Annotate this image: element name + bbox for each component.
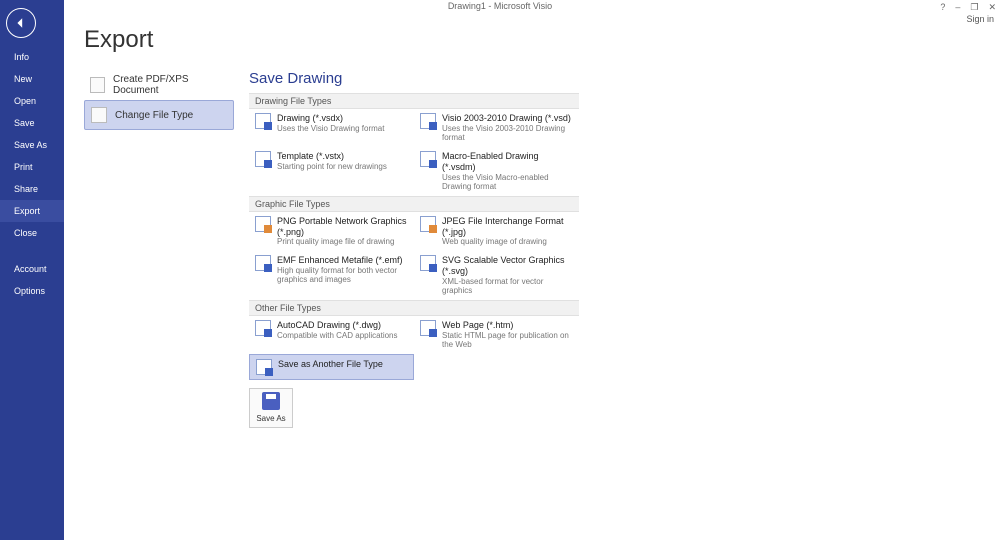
file-type-grid: PNG Portable Network Graphics (*.png)Pri…	[249, 212, 579, 300]
save-as-button-label: Save As	[256, 414, 285, 423]
titlebar: Drawing1 - Microsoft Visio	[0, 0, 1000, 12]
export-option-pdf[interactable]: Create PDF/XPS Document	[84, 70, 234, 100]
nav-item-new[interactable]: New	[0, 68, 64, 90]
file-type-grid: Drawing (*.vsdx)Uses the Visio Drawing f…	[249, 109, 579, 196]
nav-item-print[interactable]: Print	[0, 156, 64, 178]
file-type-icon	[420, 255, 436, 271]
file-type-desc: Uses the Visio 2003-2010 Drawing format	[442, 124, 573, 143]
nav-item-open[interactable]: Open	[0, 90, 64, 112]
file-type-icon	[420, 216, 436, 232]
file-type-desc: Uses the Visio Macro-enabled Drawing for…	[442, 173, 573, 192]
export-option-label: Change File Type	[115, 110, 193, 121]
file-type-icon	[256, 359, 272, 375]
export-option-change[interactable]: Change File Type	[84, 100, 234, 130]
document-title: Drawing1 - Microsoft Visio	[448, 1, 552, 11]
file-type-option[interactable]: EMF Enhanced Metafile (*.emf)High qualit…	[249, 251, 414, 300]
export-option-label: Create PDF/XPS Document	[113, 74, 228, 96]
file-type-option[interactable]: Save as Another File Type	[249, 354, 414, 380]
file-type-option[interactable]: Visio 2003-2010 Drawing (*.vsd)Uses the …	[414, 109, 579, 147]
section-header: Graphic File Types	[249, 196, 579, 212]
file-type-desc: Compatible with CAD applications	[277, 331, 398, 341]
arrow-left-icon	[15, 17, 27, 29]
file-type-desc: High quality format for both vector grap…	[277, 266, 408, 285]
nav-item-export[interactable]: Export	[0, 200, 64, 222]
file-type-desc: XML-based format for vector graphics	[442, 277, 573, 296]
file-type-icon	[255, 255, 271, 271]
back-button[interactable]	[6, 8, 36, 38]
nav-item-share[interactable]: Share	[0, 178, 64, 200]
file-type-desc: Static HTML page for publication on the …	[442, 331, 573, 350]
file-type-name: Drawing (*.vsdx)	[277, 113, 384, 124]
file-type-option[interactable]: PNG Portable Network Graphics (*.png)Pri…	[249, 212, 414, 251]
file-type-name: Save as Another File Type	[278, 359, 383, 370]
file-type-name: Visio 2003-2010 Drawing (*.vsd)	[442, 113, 573, 124]
nav-item-save[interactable]: Save	[0, 112, 64, 134]
export-options-column: Create PDF/XPS Document Change File Type	[84, 70, 234, 130]
file-type-name: PNG Portable Network Graphics (*.png)	[277, 216, 408, 238]
save-drawing-panel: Save Drawing Drawing File TypesDrawing (…	[249, 70, 579, 428]
file-type-icon	[255, 113, 271, 129]
file-type-name: AutoCAD Drawing (*.dwg)	[277, 320, 398, 331]
page-title: Export	[84, 26, 980, 54]
main-area: Export Create PDF/XPS Document Change Fil…	[64, 12, 1000, 540]
file-type-icon	[255, 216, 271, 232]
file-type-option[interactable]: SVG Scalable Vector Graphics (*.svg)XML-…	[414, 251, 579, 300]
nav-item-options[interactable]: Options	[0, 280, 64, 302]
file-type-icon	[255, 320, 271, 336]
file-type-desc: Starting point for new drawings	[277, 162, 387, 172]
save-drawing-title: Save Drawing	[249, 70, 579, 87]
nav-item-close[interactable]: Close	[0, 222, 64, 244]
file-type-option[interactable]: Macro-Enabled Drawing (*.vsdm)Uses the V…	[414, 147, 579, 196]
save-as-button[interactable]: Save As	[249, 388, 293, 428]
file-type-name: JPEG File Interchange Format (*.jpg)	[442, 216, 573, 238]
file-type-desc: Uses the Visio Drawing format	[277, 124, 384, 134]
file-type-desc: Web quality image of drawing	[442, 237, 573, 247]
file-type-icon	[420, 113, 436, 129]
nav-item-info[interactable]: Info	[0, 46, 64, 68]
pdf-icon	[90, 77, 105, 93]
file-type-option[interactable]: Template (*.vstx)Starting point for new …	[249, 147, 414, 196]
backstage-sidebar: InfoNewOpenSaveSave AsPrintShareExportCl…	[0, 0, 64, 540]
nav-item-save-as[interactable]: Save As	[0, 134, 64, 156]
file-type-icon	[420, 151, 436, 167]
file-type-option[interactable]: Drawing (*.vsdx)Uses the Visio Drawing f…	[249, 109, 414, 147]
section-header: Drawing File Types	[249, 93, 579, 109]
file-type-icon	[420, 320, 436, 336]
file-type-icon	[255, 151, 271, 167]
nav-item-account[interactable]: Account	[0, 258, 64, 280]
file-type-name: Web Page (*.htm)	[442, 320, 573, 331]
change-icon	[91, 107, 107, 123]
file-type-name: EMF Enhanced Metafile (*.emf)	[277, 255, 408, 266]
file-type-option[interactable]: JPEG File Interchange Format (*.jpg)Web …	[414, 212, 579, 251]
file-type-option[interactable]: AutoCAD Drawing (*.dwg)Compatible with C…	[249, 316, 414, 354]
file-type-name: Template (*.vstx)	[277, 151, 387, 162]
section-header: Other File Types	[249, 300, 579, 316]
file-type-grid: AutoCAD Drawing (*.dwg)Compatible with C…	[249, 316, 579, 380]
file-type-desc: Print quality image file of drawing	[277, 237, 408, 247]
file-type-name: SVG Scalable Vector Graphics (*.svg)	[442, 255, 573, 277]
file-type-name: Macro-Enabled Drawing (*.vsdm)	[442, 151, 573, 173]
file-type-option[interactable]: Web Page (*.htm)Static HTML page for pub…	[414, 316, 579, 354]
save-disk-icon	[262, 392, 280, 410]
